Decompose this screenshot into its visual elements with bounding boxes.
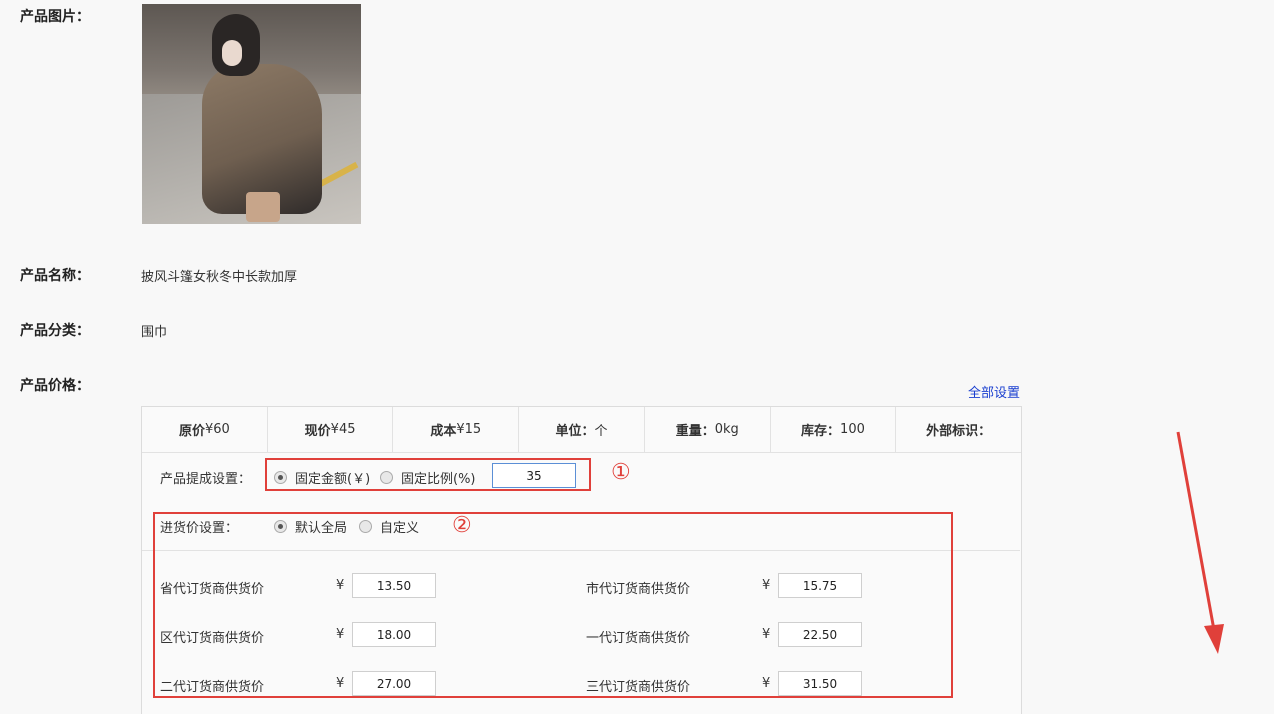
price-current-cell: 现价 ¥45 [268, 407, 394, 452]
price-unit-value: 个 [594, 424, 608, 439]
image-face [222, 40, 242, 66]
price-original-cell: 原价 ¥60 [142, 407, 268, 452]
annotation-number-1: ① [611, 460, 631, 485]
label-product-price: 产品价格： [20, 378, 90, 394]
price-stock-cell: 库存： 100 [771, 407, 897, 452]
price-cost-value: ¥15 [456, 422, 482, 437]
price-unit-cell: 单位：个 [519, 407, 645, 452]
price-weight-cell: 重量： 0kg [645, 407, 771, 452]
annotation-arrow-icon [1176, 431, 1224, 654]
price-header-row: 原价 ¥60 现价 ¥45 成本 ¥15 单位：个 重量： 0kg 库存： 100 外部标… [142, 407, 1021, 453]
price-external-id-cell: 外部标识： [896, 407, 1021, 452]
price-external-id-label: 外部标识： [926, 424, 992, 439]
product-name-value: 披风斗篷女秋冬中长款加厚 [141, 270, 298, 285]
label-product-name: 产品名称： [20, 268, 90, 284]
price-stock-label: 库存： [801, 424, 841, 439]
price-stock-value: 100 [840, 422, 865, 437]
price-cost-cell: 成本 ¥15 [393, 407, 520, 452]
price-weight-value: 0kg [714, 422, 739, 437]
commission-label: 产品提成设置： [160, 472, 252, 487]
price-original-label: 原价 [178, 424, 205, 439]
product-image[interactable] [142, 4, 361, 224]
image-bag [246, 192, 280, 222]
price-original-value: ¥60 [204, 422, 230, 437]
price-current-value: ¥45 [330, 422, 356, 437]
price-cost-label: 成本 [430, 424, 457, 439]
set-all-link[interactable]: 全部设置 [968, 382, 1020, 401]
annotation-box-2 [153, 512, 953, 698]
price-current-label: 现价 [304, 424, 331, 439]
annotation-box-1 [265, 458, 591, 491]
label-product-category: 产品分类： [20, 323, 90, 339]
label-product-image: 产品图片： [20, 9, 90, 25]
price-unit-label: 单位： [555, 424, 595, 439]
price-weight-label: 重量： [675, 424, 715, 439]
product-category-value: 围巾 [141, 325, 168, 340]
